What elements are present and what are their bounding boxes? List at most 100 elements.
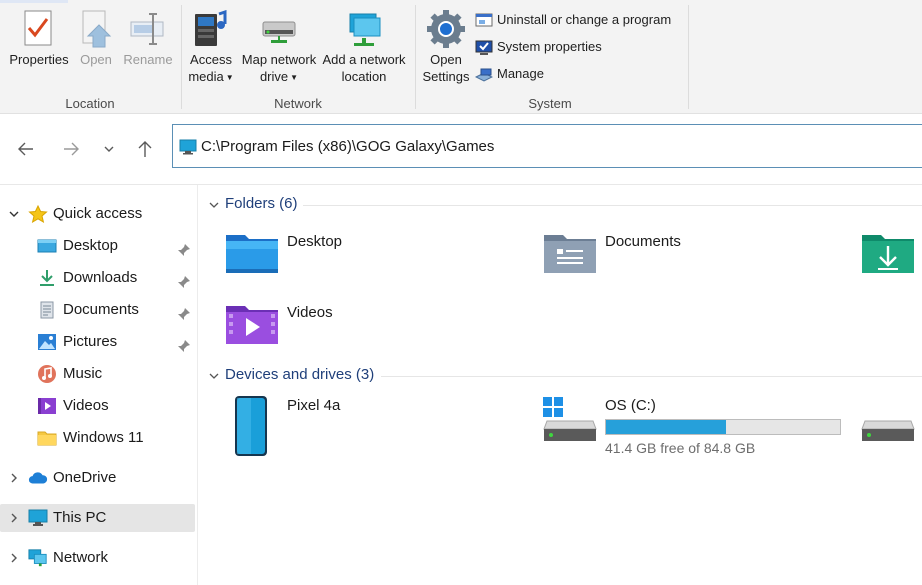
drive-usage-bar [605,419,841,435]
tile-name: OS (C:) [605,397,656,414]
content-pane: Folders (6) Desktop Documents Videos Dev… [199,185,922,585]
devices-header-label: Devices and drives (3) [225,366,375,383]
map-network-drive-button[interactable]: Map network drive ▼ [238,10,320,86]
downloads-icon [37,269,57,287]
nav-item-documents[interactable]: Documents [0,296,195,324]
uninstall-icon [475,13,493,27]
rename-icon [130,13,164,45]
back-button[interactable] [15,138,37,160]
nav-network[interactable]: Network [0,544,195,572]
folder-tile-documents[interactable]: Documents [543,231,833,291]
map-drive-label-1: Map network [241,52,317,67]
nav-item-windows-11[interactable]: Windows 11 [0,424,195,452]
system-properties-label: System properties [497,39,602,54]
open-icon [82,10,112,48]
nav-label: Documents [63,301,139,318]
nav-item-desktop[interactable]: Desktop [0,232,195,260]
arrow-up-icon [138,141,152,157]
uninstall-program-button[interactable]: Uninstall or change a program [475,10,671,30]
desktop-folder-icon [226,235,278,273]
nav-label: Windows 11 [63,429,144,446]
location-group-label: Location [65,96,115,111]
folder-tile-desktop[interactable]: Desktop [225,231,515,291]
manage-label: Manage [497,66,544,81]
downloads-folder-icon [862,235,914,273]
system-properties-button[interactable]: System properties [475,37,602,57]
this-pc-icon [28,509,48,527]
ribbon-separator [415,5,416,109]
open-settings-label-2: Settings [422,69,470,84]
manage-button[interactable]: Manage [474,64,544,84]
rename-button[interactable]: Rename [122,10,174,68]
nav-label: Network [53,549,109,566]
nav-quick-access[interactable]: Quick access [0,200,195,228]
nav-label: Desktop [63,237,119,254]
up-button[interactable] [134,138,156,160]
nav-label: Downloads [63,269,138,286]
network-drive-icon [262,21,296,43]
tile-name: Desktop [287,233,343,250]
desktop-icon [37,237,57,255]
documents-folder-icon [544,235,596,273]
open-label: Open [80,52,112,67]
folders-header-label: Folders (6) [225,195,298,212]
network-group-label: Network [274,96,322,111]
navigation-bar [0,114,922,185]
windows-drive-icon [543,397,597,441]
nav-item-pictures[interactable]: Pictures [0,328,195,356]
folder-icon [37,429,57,447]
pictures-icon [37,333,57,351]
open-button[interactable]: Open [76,10,116,68]
address-input[interactable] [201,133,901,159]
drive-usage-fill [606,420,726,434]
this-pc-icon [179,139,197,155]
videos-folder-icon [226,306,278,344]
device-tile-pixel-4a[interactable]: Pixel 4a [225,395,515,459]
open-settings-button[interactable]: Open Settings [420,10,472,85]
navigation-pane: Quick access Desktop Downloads Documents [0,185,198,585]
drive-tile-c[interactable]: OS (C:) 41.4 GB free of 84.8 GB [543,395,863,459]
network-icon [28,549,48,567]
chevron-right-icon[interactable] [8,504,20,532]
drive-tile-partial[interactable] [861,395,922,459]
chevron-right-icon[interactable] [8,464,20,492]
recent-locations-button[interactable] [98,138,120,160]
properties-button[interactable]: Properties [8,10,70,68]
nav-item-music[interactable]: Music [0,360,195,388]
folders-section-header[interactable]: Folders (6) [209,195,298,215]
tile-name: Pixel 4a [287,397,341,414]
nav-this-pc[interactable]: This PC [0,504,195,532]
nav-item-downloads[interactable]: Downloads [0,264,195,292]
music-icon [37,365,57,383]
nav-item-videos[interactable]: Videos [0,392,195,420]
rename-label: Rename [123,52,173,67]
pin-icon [177,239,191,267]
cloud-icon [28,469,48,487]
chevron-down-icon[interactable] [209,196,221,213]
arrow-left-icon [18,142,33,156]
properties-icon [24,10,52,46]
pane-divider[interactable] [197,185,198,585]
chevron-down-icon: ▼ [290,73,299,83]
tile-name: Videos [287,304,333,321]
documents-icon [37,301,57,319]
ribbon-tab-indicator [0,0,68,3]
forward-button[interactable] [60,138,82,160]
address-bar[interactable] [172,124,922,168]
chevron-right-icon[interactable] [8,544,20,572]
manage-icon [474,68,494,82]
add-location-label-1: Add a network [322,52,406,67]
chevron-down-icon[interactable] [8,200,20,228]
access-media-button[interactable]: Access media ▼ [186,10,236,86]
system-group-label: System [528,96,572,111]
folder-tile-videos[interactable]: Videos [225,302,515,362]
nav-label: Quick access [53,205,143,222]
nav-onedrive[interactable]: OneDrive [0,464,195,492]
phone-icon [235,396,267,456]
nav-label: Music [63,365,103,382]
folder-tile-downloads[interactable] [861,231,922,291]
section-divider [303,205,922,206]
devices-section-header[interactable]: Devices and drives (3) [209,366,374,386]
add-network-location-button[interactable]: Add a network location [320,10,408,85]
chevron-down-icon[interactable] [209,367,221,384]
